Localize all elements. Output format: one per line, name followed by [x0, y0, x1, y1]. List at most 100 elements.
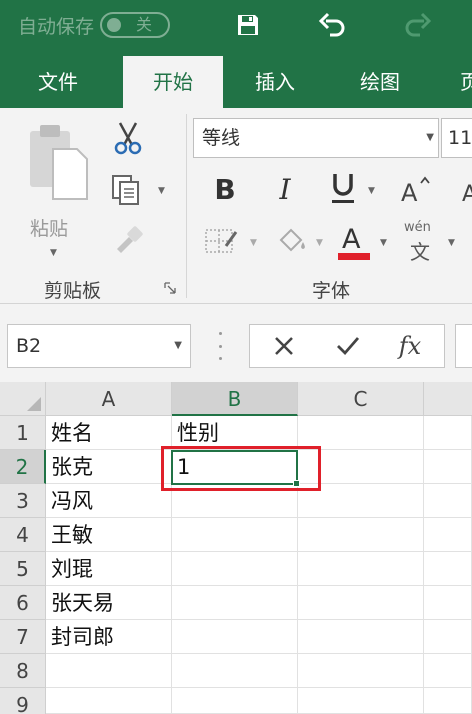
cell-d5[interactable] [424, 552, 472, 586]
svg-text:A: A [342, 224, 361, 255]
cell-b1[interactable]: 性别 [172, 416, 298, 450]
save-icon[interactable] [230, 9, 266, 41]
cell-a5[interactable]: 刘琨 [46, 552, 172, 586]
format-painter-icon[interactable] [110, 222, 146, 256]
cell-c9[interactable] [298, 688, 424, 714]
cell-c7[interactable] [298, 620, 424, 654]
formula-input[interactable] [455, 324, 472, 368]
underline-dropdown-icon[interactable]: ▼ [368, 186, 375, 196]
row-header-3[interactable]: 3 [0, 484, 46, 518]
fill-color-icon[interactable] [272, 224, 312, 258]
cell-d6[interactable] [424, 586, 472, 620]
phonetic-char: 文 [410, 240, 430, 264]
row-header-5[interactable]: 5 [0, 552, 46, 586]
row-header-1[interactable]: 1 [0, 416, 46, 450]
tab-home[interactable]: 开始 [123, 56, 223, 108]
cell-d3[interactable] [424, 484, 472, 518]
column-header-a[interactable]: A [46, 382, 172, 416]
paste-icon[interactable] [22, 120, 94, 204]
row-header-9[interactable]: 9 [0, 688, 46, 714]
cell-c4[interactable] [298, 518, 424, 552]
dialog-launcher-icon[interactable] [162, 280, 178, 296]
phonetic-guide-icon[interactable]: wén 文 [398, 218, 444, 264]
underline-icon[interactable] [326, 168, 360, 208]
autosave-toggle[interactable]: 关 [100, 12, 171, 38]
fill-color-dropdown-icon[interactable]: ▼ [316, 238, 323, 248]
copy-icon[interactable] [108, 172, 144, 208]
cell-a8[interactable] [46, 654, 172, 688]
cell-a2[interactable]: 张克 [46, 450, 172, 484]
select-all-button[interactable] [0, 382, 46, 416]
name-box-value: B2 [16, 335, 42, 357]
font-color-icon[interactable]: A [334, 220, 374, 262]
name-box[interactable]: B2 ▼ [7, 324, 191, 368]
row-header-4[interactable]: 4 [0, 518, 46, 552]
cell-b4[interactable] [172, 518, 298, 552]
cell-b7[interactable] [172, 620, 298, 654]
borders-icon[interactable] [202, 224, 242, 258]
paste-label[interactable]: 粘贴 [30, 214, 68, 241]
font-color-dropdown-icon[interactable]: ▼ [380, 238, 387, 248]
formula-buttons: fx [249, 324, 445, 368]
cell-a3[interactable]: 冯风 [46, 484, 172, 518]
cell-a7[interactable]: 封司郎 [46, 620, 172, 654]
decrease-font-size-icon[interactable]: A [458, 172, 472, 208]
cell-d1[interactable] [424, 416, 472, 450]
cell-b6[interactable] [172, 586, 298, 620]
cell-d7[interactable] [424, 620, 472, 654]
undo-icon[interactable] [314, 9, 350, 41]
font-size-dropdown[interactable]: 11 [441, 118, 472, 158]
cell-b8[interactable] [172, 654, 298, 688]
select-all-icon [27, 397, 41, 411]
cancel-icon[interactable] [254, 325, 314, 367]
column-header-b[interactable]: B [172, 382, 298, 416]
cell-d9[interactable] [424, 688, 472, 714]
tab-page-layout[interactable]: 页 [450, 56, 472, 108]
enter-icon[interactable] [318, 325, 378, 367]
cell-d4[interactable] [424, 518, 472, 552]
font-name-dropdown[interactable]: 等线 ▼ [193, 118, 439, 158]
autosave-label: 自动保存 [18, 15, 95, 38]
name-box-dropdown-icon[interactable]: ▼ [174, 325, 182, 367]
cell-a4[interactable]: 王敏 [46, 518, 172, 552]
cell-a9[interactable] [46, 688, 172, 714]
insert-function-icon[interactable]: fx [380, 325, 440, 367]
cell-c1[interactable] [298, 416, 424, 450]
autosave-control[interactable]: 自动保存 关 [18, 12, 171, 38]
cell-c3[interactable] [298, 484, 424, 518]
tab-file[interactable]: 文件 [18, 56, 98, 108]
toggle-knob [107, 18, 122, 32]
cell-b3[interactable] [172, 484, 298, 518]
cell-d8[interactable] [424, 654, 472, 688]
drag-handle-icon[interactable] [219, 332, 223, 360]
row-header-8[interactable]: 8 [0, 654, 46, 688]
row-header-6[interactable]: 6 [0, 586, 46, 620]
bold-icon[interactable]: B [208, 170, 242, 208]
increase-font-size-icon[interactable]: A [396, 172, 436, 208]
paste-dropdown-icon[interactable]: ▼ [50, 248, 57, 258]
font-dropdown-icon: ▼ [426, 132, 434, 143]
redo-icon[interactable] [400, 9, 436, 41]
copy-dropdown-icon[interactable]: ▼ [158, 186, 165, 196]
row-header-7[interactable]: 7 [0, 620, 46, 654]
cell-b2[interactable]: 1 [172, 450, 298, 484]
italic-icon[interactable]: I [268, 170, 302, 208]
cell-a1[interactable]: 姓名 [46, 416, 172, 450]
cell-c5[interactable] [298, 552, 424, 586]
column-header-c[interactable]: C [298, 382, 424, 416]
cell-d2[interactable] [424, 450, 472, 484]
cell-c6[interactable] [298, 586, 424, 620]
borders-dropdown-icon[interactable]: ▼ [250, 238, 257, 248]
cell-b5[interactable] [172, 552, 298, 586]
column-header-d[interactable] [424, 382, 472, 416]
cut-icon[interactable] [110, 120, 146, 156]
cell-b9[interactable] [172, 688, 298, 714]
title-bar: 自动保存 关 [0, 0, 472, 56]
row-header-2[interactable]: 2 [0, 450, 46, 484]
cell-a6[interactable]: 张天易 [46, 586, 172, 620]
cell-c8[interactable] [298, 654, 424, 688]
tab-insert[interactable]: 插入 [235, 56, 315, 108]
phonetic-dropdown-icon[interactable]: ▼ [448, 238, 455, 248]
cell-c2[interactable] [298, 450, 424, 484]
tab-draw[interactable]: 绘图 [340, 56, 420, 108]
